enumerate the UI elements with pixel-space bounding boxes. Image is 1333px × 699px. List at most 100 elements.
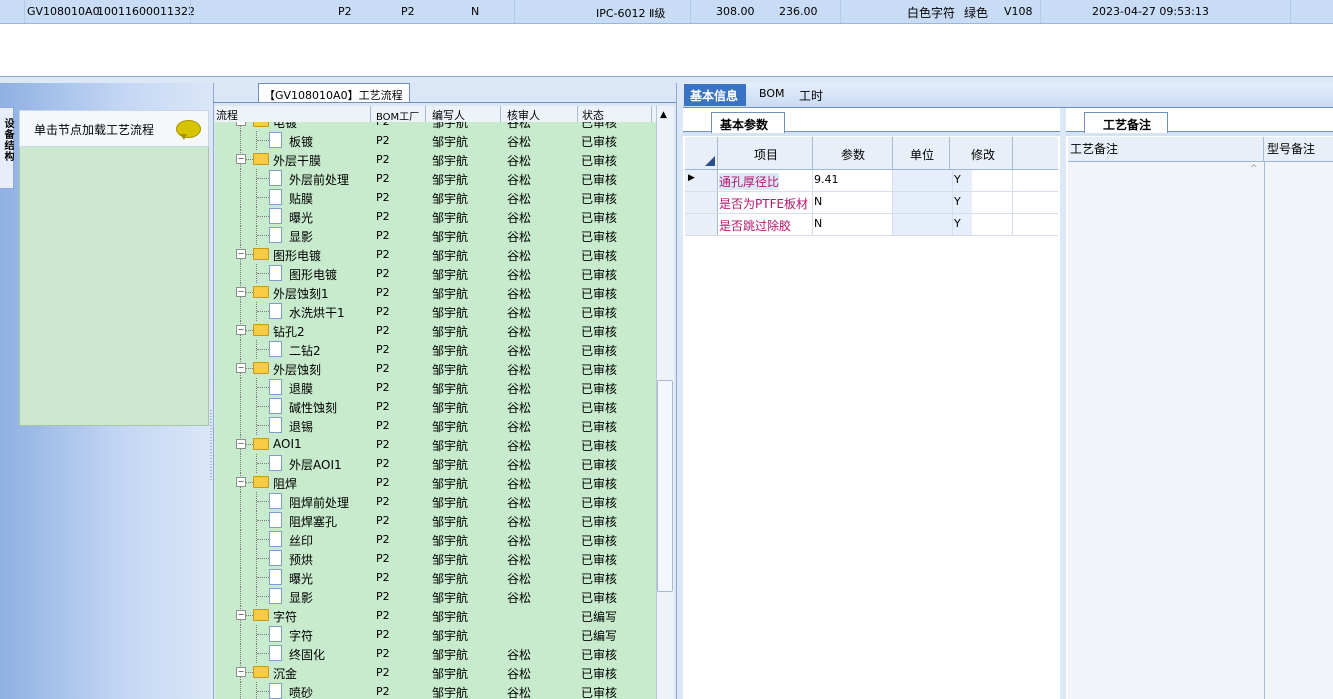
tab-process-notes[interactable]: 工艺备注	[1084, 112, 1168, 133]
table-row[interactable]: − 电镀 P2 邹宇航 谷松 已审核	[215, 122, 656, 131]
col-header-model-note[interactable]: 型号备注	[1267, 140, 1315, 157]
row-header[interactable]: ▶	[685, 170, 718, 191]
param-row[interactable]: ▶ 通孔厚径比 9.41 Y	[685, 170, 1058, 192]
table-row[interactable]: 退膜 P2 邹宇航 谷松 已审核	[215, 378, 656, 397]
table-row[interactable]: − 钻孔2 P2 邹宇航 谷松 已审核	[215, 321, 656, 340]
flow-tree-grid: −电镀P2邹宇航谷松已审核板镀P2邹宇航谷松已审核−外层干膜P2邹宇航谷松已审核…	[215, 122, 656, 699]
flow-step-status: 已审核	[581, 306, 618, 320]
col-header-modify[interactable]: 修改	[971, 146, 995, 163]
top-record-c3: N	[471, 5, 480, 18]
folder-icon	[253, 122, 269, 127]
table-row[interactable]: − 沉金 P2 邹宇航 谷松 已审核	[215, 663, 656, 682]
table-row[interactable]: − 外层蚀刻 P2 邹宇航 谷松 已审核	[215, 359, 656, 378]
flow-step-bom: P2	[376, 229, 390, 242]
flow-step-reviewer: 谷松	[507, 420, 532, 434]
folder-icon	[253, 286, 269, 298]
tab-work-hours-label: 工时	[799, 89, 824, 103]
table-row[interactable]: 曝光 P2 邹宇航 谷松 已审核	[215, 568, 656, 587]
flow-step-bom: P2	[376, 343, 390, 356]
flow-step-reviewer: 谷松	[507, 154, 532, 168]
table-row[interactable]: 退锡 P2 邹宇航 谷松 已审核	[215, 416, 656, 435]
row-header[interactable]	[685, 192, 718, 213]
tab-basic-info[interactable]: 基本信息	[684, 84, 746, 106]
param-row[interactable]: 是否为PTFE板材 N Y	[685, 192, 1058, 214]
collapse-node-icon[interactable]: −	[236, 610, 246, 620]
tab-basic-params[interactable]: 基本参数	[711, 112, 785, 133]
table-row[interactable]: 碱性蚀刻 P2 邹宇航 谷松 已审核	[215, 397, 656, 416]
table-row[interactable]: 外层AOI1 P2 邹宇航 谷松 已审核	[215, 454, 656, 473]
param-value[interactable]: N	[814, 195, 822, 208]
col-header-flow[interactable]: 流程	[216, 107, 238, 123]
table-row[interactable]: − 外层蚀刻1 P2 邹宇航 谷松 已审核	[215, 283, 656, 302]
table-row[interactable]: − 阻焊 P2 邹宇航 谷松 已审核	[215, 473, 656, 492]
scroll-up-arrow-icon[interactable]: ▲	[660, 110, 667, 120]
table-row[interactable]: 阻焊前处理 P2 邹宇航 谷松 已审核	[215, 492, 656, 511]
current-row-arrow-icon: ▶	[688, 173, 695, 183]
collapse-node-icon[interactable]: −	[236, 363, 246, 373]
notes-body[interactable]	[1068, 162, 1333, 699]
col-header-status[interactable]: 状态	[582, 107, 604, 123]
table-row[interactable]: 二钻2 P2 邹宇航 谷松 已审核	[215, 340, 656, 359]
collapse-node-icon[interactable]: −	[236, 154, 246, 164]
top-record-row[interactable]: GV108010A0 10011600011322 P2 P2 N IPC-60…	[0, 0, 1333, 24]
param-item: 是否为PTFE板材	[719, 197, 809, 211]
col-header-bom[interactable]: BOM工厂	[376, 108, 419, 123]
row-header[interactable]	[685, 214, 718, 235]
tab-process-flow[interactable]: 【GV108010A0】工艺流程	[258, 83, 410, 103]
top-record-datetime: 2023-04-27 09:53:13	[1092, 5, 1209, 18]
param-row[interactable]: 是否跳过除胶 N Y	[685, 214, 1058, 236]
table-row[interactable]: 喷砂 P2 邹宇航 谷松 已审核	[215, 682, 656, 699]
table-row[interactable]: 显影 P2 邹宇航 谷松 已审核	[215, 587, 656, 606]
flow-step-name: 图形电镀	[273, 249, 322, 263]
tab-bom[interactable]: BOM	[753, 84, 793, 106]
table-row[interactable]: 贴膜 P2 邹宇航 谷松 已审核	[215, 188, 656, 207]
flow-step-status: 已审核	[581, 211, 618, 225]
flow-step-bom: P2	[376, 286, 390, 299]
table-row[interactable]: 字符 P2 邹宇航 已编写	[215, 625, 656, 644]
collapse-node-icon[interactable]: −	[236, 249, 246, 259]
collapse-node-icon[interactable]: −	[236, 325, 246, 335]
flow-step-reviewer: 谷松	[507, 515, 532, 529]
table-row[interactable]: − 外层干膜 P2 邹宇航 谷松 已审核	[215, 150, 656, 169]
table-row[interactable]: 显影 P2 邹宇航 谷松 已审核	[215, 226, 656, 245]
collapse-node-icon[interactable]: −	[236, 667, 246, 677]
col-header-item[interactable]: 项目	[754, 146, 778, 163]
notes-scroll-up-icon[interactable]: ^	[1250, 164, 1258, 174]
col-header-unit[interactable]: 单位	[910, 146, 934, 163]
flow-step-status: 已审核	[581, 249, 618, 263]
flow-step-reviewer: 谷松	[507, 439, 532, 453]
flow-step-reviewer: 谷松	[507, 477, 532, 491]
table-row[interactable]: 曝光 P2 邹宇航 谷松 已审核	[215, 207, 656, 226]
collapse-node-icon[interactable]: −	[236, 477, 246, 487]
flow-step-name: 外层前处理	[289, 173, 350, 187]
param-value[interactable]: N	[814, 217, 822, 230]
table-row[interactable]: − 图形电镀 P2 邹宇航 谷松 已审核	[215, 245, 656, 264]
table-row[interactable]: 终固化 P2 邹宇航 谷松 已审核	[215, 644, 656, 663]
param-value[interactable]: 9.41	[814, 173, 839, 186]
table-row[interactable]: − AOI1 P2 邹宇航 谷松 已审核	[215, 435, 656, 454]
collapse-node-icon[interactable]: −	[236, 287, 246, 297]
table-row[interactable]: 外层前处理 P2 邹宇航 谷松 已审核	[215, 169, 656, 188]
col-header-writer[interactable]: 编写人	[432, 107, 465, 123]
collapse-node-icon[interactable]: −	[236, 122, 246, 126]
table-row[interactable]: 预烘 P2 邹宇航 谷松 已审核	[215, 549, 656, 568]
vertical-tab-structure[interactable]: 设备结构	[0, 107, 14, 189]
node-hint-area	[19, 110, 209, 426]
flow-step-bom: P2	[376, 476, 390, 489]
flow-step-name: 显影	[289, 230, 314, 244]
flow-scrollbar-thumb[interactable]	[657, 380, 673, 592]
collapse-node-icon[interactable]: −	[236, 439, 246, 449]
table-row[interactable]: − 字符 P2 邹宇航 已编写	[215, 606, 656, 625]
flow-step-name: 预烘	[289, 553, 314, 567]
table-row[interactable]: 板镀 P2 邹宇航 谷松 已审核	[215, 131, 656, 150]
flow-step-status: 已编写	[581, 610, 618, 624]
tab-work-hours[interactable]: 工时	[793, 84, 833, 106]
col-header-reviewer[interactable]: 核审人	[507, 107, 540, 123]
table-row[interactable]: 图形电镀 P2 邹宇航 谷松 已审核	[215, 264, 656, 283]
table-row[interactable]: 丝印 P2 邹宇航 谷松 已审核	[215, 530, 656, 549]
col-header-process-note[interactable]: 工艺备注	[1070, 140, 1118, 157]
col-header-param[interactable]: 参数	[841, 146, 865, 163]
table-row[interactable]: 阻焊塞孔 P2 邹宇航 谷松 已审核	[215, 511, 656, 530]
flow-step-status: 已审核	[581, 135, 618, 149]
table-row[interactable]: 水洗烘干1 P2 邹宇航 谷松 已审核	[215, 302, 656, 321]
